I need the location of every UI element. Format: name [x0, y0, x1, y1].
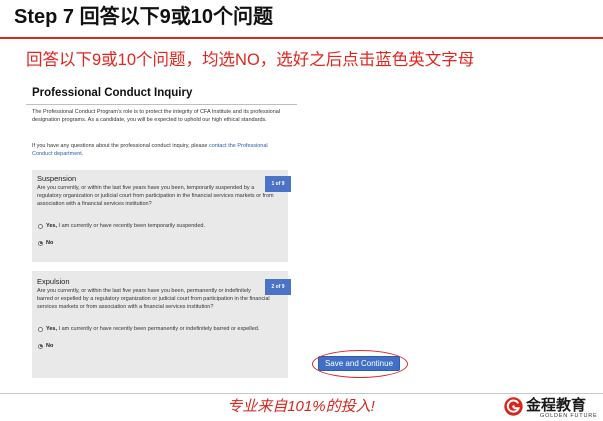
option-no[interactable]: No: [37, 342, 261, 350]
question-heading: Expulsion: [37, 277, 70, 286]
footer-slogan: 专业来自101%的投入!: [227, 398, 375, 415]
radio-button-icon[interactable]: [38, 343, 43, 349]
save-and-continue-button[interactable]: Save and Continue: [318, 356, 400, 371]
question-heading: Suspension: [37, 174, 77, 183]
question-card-suspension: 1 of 9 Suspension Are you currently, or …: [32, 170, 291, 262]
contact-paragraph: If you have any questions about the prof…: [32, 142, 288, 158]
option-label-bold: Yes,: [46, 326, 58, 332]
question-counter-badge: 2 of 9: [265, 279, 291, 295]
radio-button-icon[interactable]: [38, 326, 43, 332]
option-label: I am currently or have recently been tem…: [57, 223, 205, 229]
option-yes[interactable]: Yes, I am currently or have recently bee…: [37, 325, 261, 333]
slide-title: Step 7 回答以下9或10个问题: [14, 6, 273, 28]
option-label-bold: No: [46, 240, 54, 246]
question-card-expulsion: 2 of 9 Expulsion Are you currently, or w…: [32, 271, 291, 378]
brand-name-chinese: 金程教育: [526, 397, 587, 414]
title-divider: [26, 104, 297, 105]
instruction-text: 回答以下9或10个问题，均选NO，选好之后点击蓝色英文字母: [26, 51, 475, 69]
question-counter-badge: 1 of 9: [265, 176, 291, 192]
radio-button-icon[interactable]: [38, 240, 43, 246]
intro-paragraph: The Professional Conduct Program's role …: [32, 109, 281, 123]
radio-button-icon[interactable]: [38, 223, 43, 229]
page-title: Professional Conduct Inquiry: [32, 87, 193, 99]
answer-options: Yes, I am currently or have recently bee…: [37, 325, 287, 350]
contact-prefix: If you have any questions about the prof…: [32, 143, 209, 149]
option-yes[interactable]: Yes, I am currently or have recently bee…: [37, 222, 261, 230]
contact-suffix: .: [81, 151, 84, 157]
option-label-bold: Yes,: [46, 223, 58, 229]
question-text: Are you currently, or within the last fi…: [37, 288, 270, 310]
option-label-bold: No: [46, 343, 54, 349]
golden-future-logo-icon: [504, 397, 523, 416]
answer-options: Yes, I am currently or have recently bee…: [37, 222, 287, 247]
option-no[interactable]: No: [37, 239, 261, 247]
question-text: Are you currently, or within the last fi…: [37, 185, 274, 207]
option-label: I am currently or have recently been per…: [57, 326, 260, 332]
header-divider: [0, 37, 603, 39]
brand-name-english: GOLDEN FUTURE: [540, 413, 598, 419]
footer-divider: [0, 393, 603, 394]
